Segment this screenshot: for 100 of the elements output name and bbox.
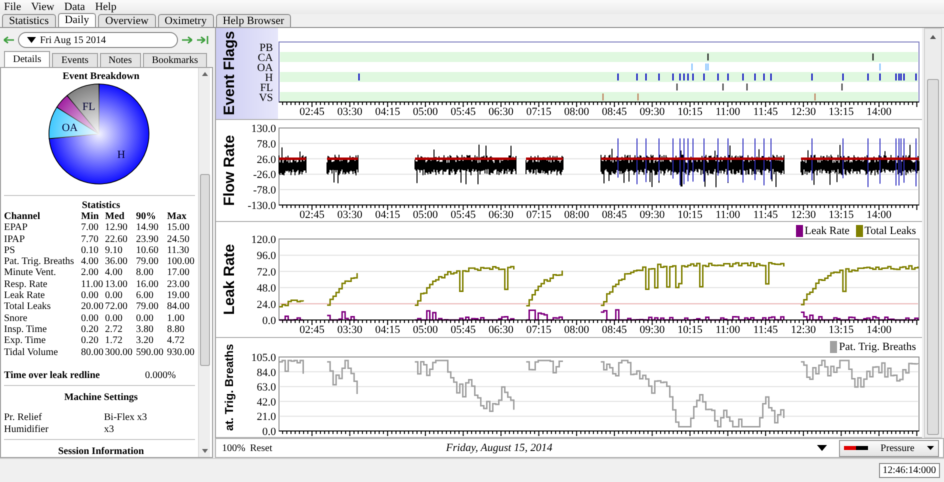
scroll-up-icon[interactable] [930, 35, 936, 39]
table-cell-text: 12.90 [105, 222, 128, 234]
forward-arrow-icon[interactable] [181, 35, 193, 45]
tab[interactable]: Help Browser [216, 14, 292, 27]
table-cell-text: 0.00 [81, 312, 100, 324]
table-cell-text: EPAP [4, 222, 29, 234]
reset-button[interactable]: Reset [250, 442, 272, 454]
axis-label: 03:30 [337, 324, 362, 336]
table-cell-text: 3.20 [136, 335, 154, 347]
table-cell-text: 4.72 [167, 335, 186, 347]
table-cell-text: Humidifier [4, 424, 50, 436]
scrollbar[interactable] [198, 68, 210, 457]
last-day-icon[interactable] [196, 35, 209, 45]
section-title: Session Information [57, 446, 145, 457]
tab[interactable]: Daily [58, 13, 96, 27]
axis-label: 10:15 [677, 106, 702, 118]
axis-label: -26.0 [253, 169, 276, 182]
axis-label: 02:45 [299, 106, 324, 118]
axis-label: 05:00 [412, 106, 438, 118]
tab[interactable]: Oximetry [158, 14, 214, 27]
table-cell-text: 19.00 [167, 290, 190, 302]
table-cell-text: 590.00 [136, 346, 164, 358]
axis-label: 05:45 [450, 209, 476, 221]
table-cell-text: 100.00 [167, 256, 196, 268]
axis-label: 11:00 [715, 106, 740, 118]
tab[interactable]: Details [4, 51, 50, 67]
time-display: 12:46:14:000 [878, 463, 940, 478]
axis-label: 0.0 [262, 315, 276, 327]
zoom-level: 100% [222, 442, 246, 454]
legend-label: Total Leaks [864, 225, 916, 237]
table-cell-text: 17.00 [167, 267, 190, 279]
axis-label: 09:30 [640, 324, 665, 336]
caret-icon[interactable] [817, 445, 828, 451]
axis-label: 120.0 [251, 234, 276, 246]
axis-label: 72.0 [256, 266, 276, 278]
slice-label: FL [82, 100, 96, 113]
graph-title: Flow Rate [221, 135, 238, 206]
row-label: CA [258, 52, 273, 64]
table-cell-text: 8.80 [167, 324, 186, 336]
scroll-down-icon[interactable] [202, 449, 208, 453]
axis-label: 11:00 [715, 209, 740, 221]
tab[interactable]: Statistics [2, 14, 56, 27]
table-cell-text: 4.00 [105, 267, 124, 279]
axis-label: 11:00 [715, 324, 740, 336]
menu-item[interactable]: View [27, 0, 60, 14]
legend-label: Leak Rate [804, 225, 850, 237]
axis-label: 06:30 [488, 324, 514, 336]
table-cell-text: Resp. Rate [4, 278, 48, 290]
date-dropdown[interactable]: Fri Aug 15 2014 [18, 32, 178, 48]
table-cell-text: Bi-Flex x3 [104, 412, 148, 424]
scroll-up-icon[interactable] [202, 72, 208, 76]
axis-label: 78.0 [256, 138, 276, 150]
table-cell-text: 11.30 [167, 244, 190, 256]
table-cell-text: 0.00 [136, 312, 154, 324]
tab[interactable]: Events [52, 53, 98, 67]
row-label: Time over leak redline [4, 370, 101, 382]
table-cell-text: 84.00 [167, 301, 190, 313]
table-cell-text: Minute Vent. [4, 267, 58, 279]
table-cell-text: x3 [104, 424, 115, 436]
axis-label: 13:15 [828, 324, 854, 336]
row-label: PB [259, 42, 273, 54]
axis-label: 84.0 [256, 366, 276, 379]
axis-label: 06:30 [488, 209, 514, 221]
table-cell-text: 0.00 [81, 290, 100, 302]
table-cell-text: 16.00 [136, 278, 160, 290]
date-label: Friday, August 15, 2014 [444, 442, 554, 454]
table-cell-text: 3.80 [136, 324, 154, 336]
tab[interactable]: Overview [98, 14, 156, 27]
axis-label: 96.0 [256, 250, 276, 262]
caret-icon [27, 37, 36, 43]
table-cell-text: Total Leaks [4, 301, 52, 313]
tab[interactable]: Notes [100, 53, 141, 67]
axis-label: 11:45 [753, 209, 778, 221]
tab[interactable]: Bookmarks [142, 53, 207, 67]
table-cell-text: 23.90 [136, 234, 160, 245]
menu-item[interactable]: Help [91, 0, 122, 14]
axis-label: -78.0 [253, 184, 276, 197]
scroll-thumb[interactable] [927, 79, 939, 435]
slice-label: H [117, 149, 126, 162]
section-title: Statistics [80, 200, 122, 211]
axis-label: 105.0 [251, 352, 276, 364]
menu-item[interactable]: Data [60, 0, 92, 14]
menu-item[interactable]: File [0, 0, 28, 14]
table-cell-text: Tidal Volume [4, 346, 59, 358]
table-cell-text: Insp. Time [4, 324, 48, 336]
caret-icon [927, 446, 934, 450]
axis-label: 09:30 [640, 209, 665, 221]
table-cell-text: 0.20 [81, 324, 100, 336]
row-label: H [265, 72, 273, 84]
back-arrow-icon[interactable] [3, 35, 15, 45]
channel-dropdown[interactable]: Pressure [839, 440, 939, 456]
axis-label: 07:15 [526, 106, 552, 118]
table-cell-text: Leak Rate [4, 290, 46, 302]
table-cell-text: 10.60 [136, 244, 160, 256]
scroll-thumb[interactable] [200, 174, 210, 366]
table-cell-text: 72.00 [105, 301, 128, 313]
table-cell-text: Snore [4, 312, 28, 324]
table-cell-text: 8.00 [136, 267, 154, 279]
table-cell-text: 2.72 [105, 324, 124, 336]
chart-title: Event Breakdown [62, 71, 140, 82]
